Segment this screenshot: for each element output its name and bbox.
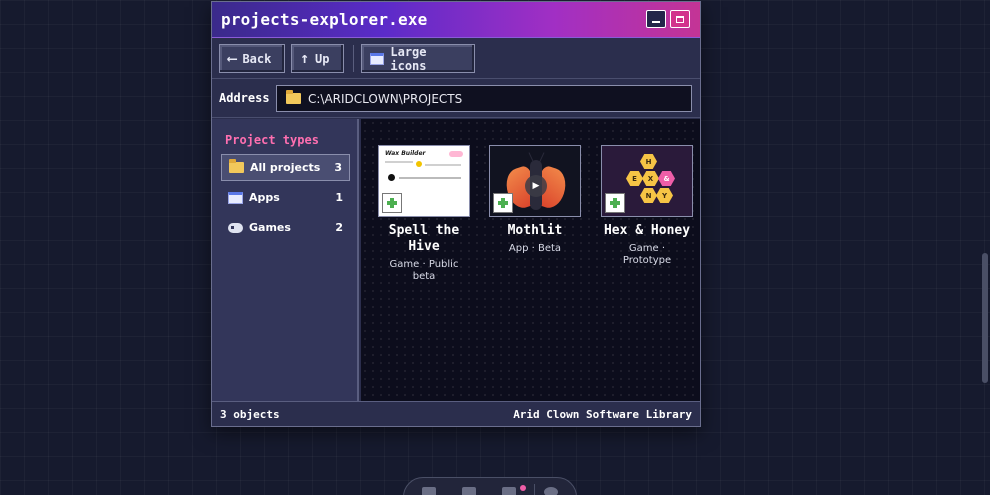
gear-icon[interactable] (544, 487, 558, 495)
play-icon: ▶ (525, 175, 547, 197)
window-icon (370, 52, 385, 65)
project-title: Hex & Honey (603, 223, 691, 238)
window-icon (228, 191, 243, 204)
project-grid: Wax Builder Spell the Hive Game · Public… (361, 119, 700, 401)
sidebar-item-label: Games (249, 221, 291, 234)
hex-tile: H (640, 154, 657, 169)
project-thumbnail: Wax Builder (378, 145, 470, 217)
project-title: Spell the Hive (388, 223, 460, 254)
sidebar-item-count: 1 (335, 191, 343, 204)
dock-app-icon[interactable] (462, 487, 476, 495)
minimize-button[interactable] (646, 10, 666, 28)
sidebar-title: Project types (225, 133, 319, 147)
address-input[interactable]: C:\ARIDCLOWN\PROJECTS (276, 85, 692, 112)
address-bar: Address C:\ARIDCLOWN\PROJECTS (212, 80, 700, 118)
view-mode-label: Large icons (390, 44, 427, 73)
hex-tile: X (642, 171, 659, 186)
up-label: Up (315, 51, 330, 66)
dock-app-icon[interactable] (502, 487, 516, 495)
project-title: Mothlit (507, 223, 563, 238)
back-button[interactable]: ⟵ Back (219, 44, 285, 73)
address-path: C:\ARIDCLOWN\PROJECTS (308, 91, 463, 106)
hex-tile: E (626, 171, 643, 186)
broken-image-icon (493, 193, 513, 213)
toolbar: ⟵ Back ↑ Up Large icons (212, 39, 700, 79)
thumbnail-dot (416, 161, 422, 167)
project-thumbnail: ▶ (489, 145, 581, 217)
thumbnail-pill (449, 151, 463, 157)
address-label: Address (219, 91, 270, 105)
arrow-left-icon: ⟵ (228, 50, 237, 67)
broken-image-icon (605, 193, 625, 213)
sidebar-item-apps[interactable]: Apps 1 (221, 184, 350, 211)
window-title: projects-explorer.exe (221, 10, 428, 29)
project-item-mothlit[interactable]: ▶ Mothlit App · Beta (485, 145, 585, 255)
thumbnail-line (425, 164, 461, 166)
explorer-window: projects-explorer.exe ⟵ Back ↑ Up Large … (211, 1, 701, 427)
dock-app-icon[interactable] (422, 487, 436, 495)
toolbar-separator (353, 45, 354, 72)
maximize-button[interactable] (670, 10, 690, 28)
sidebar-item-label: Apps (249, 191, 280, 204)
project-item-spell-the-hive[interactable]: Wax Builder Spell the Hive Game · Public… (374, 145, 474, 283)
project-subtitle: Game · Public beta (389, 259, 459, 282)
arrow-up-icon: ↑ (300, 49, 310, 67)
minimize-icon (652, 21, 660, 23)
status-bar: 3 objects Arid Clown Software Library (212, 401, 700, 426)
sidebar-item-label: All projects (250, 161, 321, 174)
back-label: Back (242, 51, 272, 66)
project-subtitle: Game · Prototype (622, 243, 672, 266)
thumbnail-heading: Wax Builder (385, 150, 426, 157)
project-subtitle: App · Beta (508, 243, 562, 254)
gamepad-icon (228, 222, 243, 233)
view-mode-button[interactable]: Large icons (361, 44, 475, 73)
notification-badge (520, 485, 526, 491)
project-item-hex-and-honey[interactable]: H E X & N Y Hex & Honey Game · Prototype (597, 145, 697, 267)
status-object-count: 3 objects (220, 407, 280, 421)
status-library-name: Arid Clown Software Library (513, 407, 692, 421)
page-scrollbar[interactable] (980, 0, 990, 495)
thumbnail-line (399, 177, 461, 179)
title-bar[interactable]: projects-explorer.exe (212, 2, 700, 38)
page-scroll-thumb[interactable] (982, 253, 988, 383)
sidebar: Project types All projects 3 Apps 1 Game… (212, 119, 359, 401)
thumbnail-line (385, 161, 413, 163)
sidebar-item-games[interactable]: Games 2 (221, 214, 350, 241)
dock-separator (534, 484, 535, 495)
hex-tile: & (658, 171, 675, 186)
folder-icon (286, 90, 301, 104)
broken-image-icon (382, 193, 402, 213)
taskbar-dock (403, 477, 577, 495)
up-button[interactable]: ↑ Up (291, 44, 344, 73)
sidebar-item-count: 2 (335, 221, 343, 234)
sidebar-item-all-projects[interactable]: All projects 3 (221, 154, 350, 181)
thumbnail-dot (388, 174, 395, 181)
maximize-icon (676, 15, 684, 23)
project-thumbnail: H E X & N Y (601, 145, 693, 217)
sidebar-item-count: 3 (334, 161, 342, 174)
folder-icon (229, 159, 244, 173)
hex-tile: N (640, 188, 657, 203)
hex-tile: Y (656, 188, 673, 203)
